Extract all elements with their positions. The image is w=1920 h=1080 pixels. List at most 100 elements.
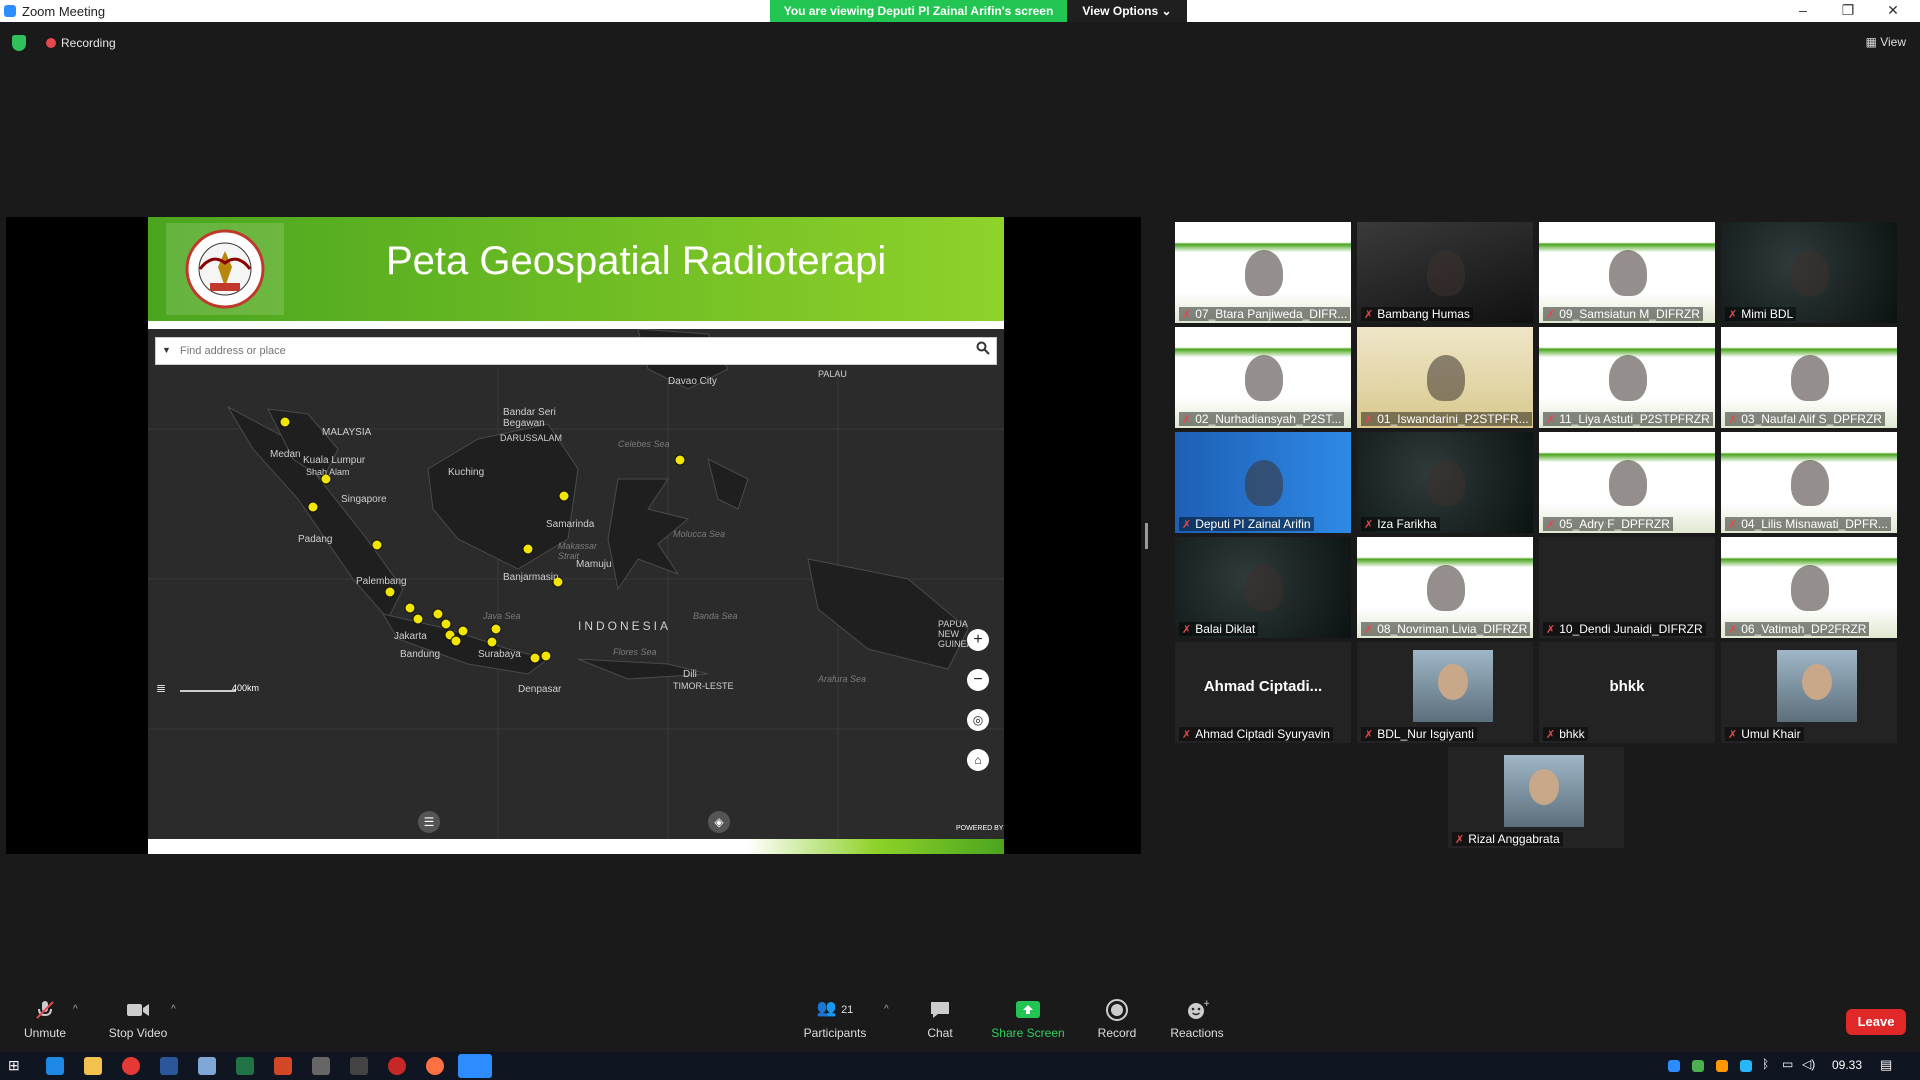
participant-tile[interactable]: Ahmad Ciptadi... ✗ Ahmad Ciptadi Syuryavin xyxy=(1175,642,1351,743)
windows-taskbar: ⊞ ᛒ ▭ ◁) 09.33 ▤ xyxy=(0,1052,1920,1080)
participant-tile[interactable]: ✗ Balai Diklat xyxy=(1175,537,1351,638)
chat-button[interactable]: Chat xyxy=(895,998,985,1040)
person-silhouette xyxy=(1427,565,1465,611)
edge-browser-icon[interactable] xyxy=(46,1057,64,1075)
view-options-button[interactable]: View Options ⌄ xyxy=(1067,0,1187,22)
tray-app-icon[interactable] xyxy=(1740,1060,1752,1072)
participant-tile[interactable]: ✗ Umul Khair xyxy=(1721,642,1897,743)
close-icon[interactable]: ✕ xyxy=(1883,2,1903,19)
minimize-icon[interactable]: – xyxy=(1793,2,1813,18)
participant-tile[interactable]: ✗ 09_Samsiatun M_DIFRZR xyxy=(1539,222,1715,323)
leave-button[interactable]: Leave xyxy=(1846,1009,1906,1035)
view-button[interactable]: ▦ View xyxy=(1866,35,1906,49)
split-drag-handle[interactable] xyxy=(1145,523,1148,549)
slide-header: Peta Geospatial Radioterapi xyxy=(148,217,1004,321)
participant-tile[interactable]: ✗ 10_Dendi Junaidi_DIFRZR xyxy=(1539,537,1715,638)
participant-tile[interactable]: ✗ BDL_Nur Isgiyanti xyxy=(1357,642,1533,743)
bluetooth-icon[interactable]: ᛒ xyxy=(1762,1057,1769,1071)
view-label: View xyxy=(1880,35,1906,49)
app-icon[interactable] xyxy=(198,1057,216,1075)
taskbar-clock[interactable]: 09.33 xyxy=(1832,1058,1862,1072)
calendar-icon[interactable] xyxy=(350,1057,368,1075)
map-search-input[interactable] xyxy=(178,340,962,362)
video-options-caret-icon[interactable]: ^ xyxy=(171,1004,176,1015)
participant-photo xyxy=(1777,650,1857,722)
restore-icon[interactable]: ❐ xyxy=(1838,2,1858,19)
tray-app-icon[interactable] xyxy=(1716,1060,1728,1072)
zoom-out-button[interactable]: − xyxy=(967,669,989,691)
layers-icon[interactable]: ◈ xyxy=(708,811,730,833)
media-app-icon[interactable] xyxy=(388,1057,406,1075)
slide-footer xyxy=(148,839,1004,854)
notifications-icon[interactable]: ▤ xyxy=(1880,1057,1892,1073)
recording-indicator[interactable]: Recording xyxy=(46,36,116,50)
participant-name: 07_Btara Panjiweda_DIFR... xyxy=(1195,307,1348,321)
participant-tile[interactable]: bhkk ✗ bhkk xyxy=(1539,642,1715,743)
participant-tile[interactable]: ✗ 08_Novriman Livia_DIFRZR xyxy=(1357,537,1533,638)
search-dropdown-icon[interactable]: ▼ xyxy=(162,345,171,355)
participant-tile[interactable]: ✗ 06_Vatimah_DP2FRZR xyxy=(1721,537,1897,638)
participant-tile[interactable]: ✗ 03_Naufal Alif S_DPFRZR xyxy=(1721,327,1897,428)
participant-name-tag: ✗ 01_Iswandarini_P2STPFR... xyxy=(1361,412,1532,426)
participant-tile[interactable]: ✗ 07_Btara Panjiweda_DIFR... xyxy=(1175,222,1351,323)
svg-text:+: + xyxy=(1203,999,1209,1009)
stop-video-button[interactable]: Stop Video xyxy=(93,998,183,1040)
participant-name-tag: ✗ Mimi BDL xyxy=(1725,307,1797,321)
participant-tile[interactable]: ✗ Bambang Humas xyxy=(1357,222,1533,323)
participants-count: 21 xyxy=(841,1004,854,1016)
word-icon[interactable] xyxy=(160,1057,178,1075)
map-label: Celebes Sea xyxy=(618,439,670,449)
participant-tile[interactable]: ✗ 01_Iswandarini_P2STPFR... xyxy=(1357,327,1533,428)
person-silhouette xyxy=(1427,460,1465,506)
participant-tile[interactable]: ✗ 05_Adry F_DPFRZR xyxy=(1539,432,1715,533)
participant-name: bhkk xyxy=(1559,727,1585,741)
map-canvas[interactable] xyxy=(148,329,1004,839)
firefox-icon[interactable] xyxy=(426,1057,444,1075)
tray-app-icon[interactable] xyxy=(1692,1060,1704,1072)
person-silhouette xyxy=(1609,355,1647,401)
network-icon[interactable]: ▭ xyxy=(1782,1057,1793,1071)
home-icon[interactable]: ⌂ xyxy=(967,749,989,771)
map-label: Makassar Strait xyxy=(558,541,598,561)
calculator-icon[interactable] xyxy=(312,1057,330,1075)
tray-zoom-icon[interactable] xyxy=(1668,1060,1680,1072)
zoom-taskbar-icon[interactable] xyxy=(458,1054,492,1078)
file-explorer-icon[interactable] xyxy=(84,1057,102,1075)
participant-tile[interactable]: ✗ Deputi PI Zainal Arifin xyxy=(1175,432,1351,533)
participant-tile[interactable]: ✗ Mimi BDL xyxy=(1721,222,1897,323)
map-label: Dili xyxy=(683,669,697,680)
person-silhouette xyxy=(1791,565,1829,611)
participants-caret-icon[interactable]: ^ xyxy=(884,1004,889,1015)
record-button[interactable]: Record xyxy=(1072,998,1162,1040)
chrome-icon[interactable] xyxy=(122,1057,140,1075)
reactions-button[interactable]: + Reactions xyxy=(1152,998,1242,1040)
participant-name: 05_Adry F_DPFRZR xyxy=(1559,517,1670,531)
windows-start-icon[interactable]: ⊞ xyxy=(8,1057,26,1075)
excel-icon[interactable] xyxy=(236,1057,254,1075)
map-search-bar[interactable]: ▼ xyxy=(155,337,997,365)
audio-options-caret-icon[interactable]: ^ xyxy=(73,1004,78,1015)
participant-tile[interactable]: ✗ 02_Nurhadiansyah_P2ST... xyxy=(1175,327,1351,428)
map-label: PALAU xyxy=(818,369,847,379)
zoom-in-button[interactable]: + xyxy=(967,629,989,651)
map-label: Kuala Lumpur xyxy=(303,455,366,466)
list-icon[interactable]: ☰ xyxy=(418,811,440,833)
participant-name-tag: ✗ Umul Khair xyxy=(1725,727,1804,741)
shared-screen[interactable]: Peta Geospatial Radioterapi ▼ Find addre… xyxy=(6,217,1141,854)
record-dot-icon xyxy=(46,38,56,48)
participant-tile[interactable]: ✗ 11_Liya Astuti_P2STPFRZR xyxy=(1539,327,1715,428)
participant-tile[interactable]: ✗ Rizal Anggabrata xyxy=(1448,747,1624,848)
participants-button[interactable]: 👥 21 Participants xyxy=(790,998,880,1040)
map-viewer[interactable]: ▼ MALAYSIA Medan Kuala Lumpur Shah Alam … xyxy=(148,329,1004,839)
locate-icon[interactable]: ◎ xyxy=(967,709,989,731)
participant-tile[interactable]: ✗ Iza Farikha xyxy=(1357,432,1533,533)
search-icon[interactable] xyxy=(976,341,990,355)
powerpoint-icon[interactable] xyxy=(274,1057,292,1075)
participant-tile[interactable]: ✗ 04_Lilis Misnawati_DPFR... xyxy=(1721,432,1897,533)
share-screen-button[interactable]: Share Screen xyxy=(983,998,1073,1040)
volume-icon[interactable]: ◁) xyxy=(1802,1057,1815,1071)
legend-list-icon[interactable]: ≣ xyxy=(156,681,168,697)
person-silhouette xyxy=(1427,250,1465,296)
security-shield-icon[interactable] xyxy=(12,35,26,51)
chevron-down-icon: ⌄ xyxy=(1161,4,1172,18)
